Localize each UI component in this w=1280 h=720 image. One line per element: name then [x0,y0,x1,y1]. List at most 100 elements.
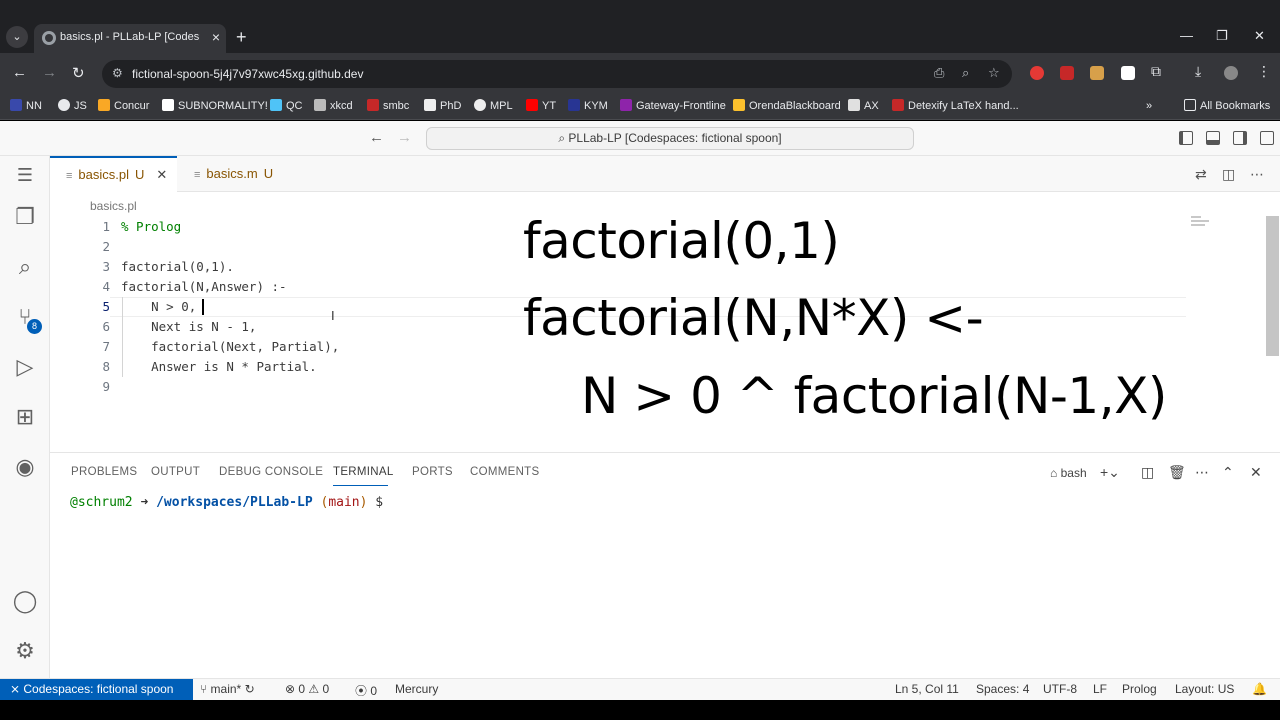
forward-icon[interactable]: → [42,64,57,81]
more-actions-icon[interactable]: ⋯ [1250,166,1264,183]
reload-icon[interactable]: ↻ [72,64,85,82]
language-mode[interactable]: Prolog [1122,682,1157,696]
panel-tab-problems[interactable]: PROBLEMS [71,466,137,478]
browser-tab[interactable]: basics.pl - PLLab-LP [Codespaces: fictio… [34,24,226,53]
extension-status[interactable]: Mercury [395,682,438,696]
tab-basics-pl[interactable]: ≡ basics.pl U ✕ [50,156,177,192]
tab-basics-m[interactable]: ≡ basics.m U [178,156,304,192]
extensions-puzzle-icon[interactable]: ⧉ [1151,63,1161,80]
line-ending[interactable]: LF [1093,682,1107,696]
code-line[interactable]: Next is N - 1, [121,319,256,334]
extensions-icon[interactable]: ⊞ [12,404,38,430]
bookmark-xkcd[interactable]: xkcd [314,97,353,115]
indentation[interactable]: Spaces: 4 [976,682,1029,696]
bookmark-subnormality[interactable]: SUBNORMALITY! [162,97,268,115]
panel-tab-terminal[interactable]: TERMINAL [333,466,394,478]
extension-tool-icon[interactable] [1090,66,1104,80]
notifications-bell-icon[interactable]: 🔔 [1252,682,1267,696]
bookmark-phd[interactable]: PhD [424,97,461,115]
panel-tab-debug-console[interactable]: DEBUG CONSOLE [219,466,323,478]
editor-scrollbar[interactable] [1266,216,1279,356]
split-terminal-icon[interactable]: ◫ [1141,464,1154,481]
menu-icon[interactable]: ☰ [12,162,38,188]
bookmark-js[interactable]: JS [58,97,87,115]
branch-status[interactable]: ⑂ main* ↻ [200,682,255,696]
source-control-badge: 8 [27,319,42,334]
bookmark-orenda[interactable]: OrendaBlackboard [733,97,841,115]
toggle-secondary-sidebar-icon[interactable] [1233,131,1247,145]
close-tab-icon[interactable]: × [212,29,220,45]
bookmark-concur[interactable]: Concur [98,97,149,115]
zoom-icon[interactable]: ⌕ [962,65,969,81]
code-line[interactable]: Answer is N * Partial. [121,359,317,374]
extension-red-icon[interactable] [1030,66,1044,80]
code-line[interactable]: factorial(Next, Partial), [121,339,339,354]
download-icon[interactable]: ⤓ [1195,63,1201,80]
bookmark-ax[interactable]: AX [848,97,879,115]
bookmark-mpl[interactable]: MPL [474,97,513,115]
customize-layout-icon[interactable] [1260,131,1274,145]
more-actions-icon[interactable]: ⋯ [1195,464,1209,481]
site-info-icon[interactable]: ⚙ [112,66,123,80]
explorer-icon[interactable]: ❐ [12,204,38,230]
github-icon[interactable]: ◉ [12,454,38,480]
all-bookmarks[interactable]: All Bookmarks [1184,97,1270,115]
maximize-panel-icon[interactable]: ⌃ [1222,464,1234,481]
install-app-icon[interactable]: ⎙ [934,65,944,81]
ports-status[interactable]: ⦿ 0 [355,682,377,699]
address-bar[interactable]: ⚙ fictional-spoon-5j4j7v97xwc45xg.github… [102,60,1012,88]
panel-tab-comments[interactable]: COMMENTS [470,466,539,478]
breadcrumb[interactable]: basics.pl [90,199,137,213]
bookmark-yt[interactable]: YT [526,97,556,115]
bookmark-detexify[interactable]: Detexify LaTeX hand... [892,97,1019,115]
extension-book-icon[interactable] [1060,66,1074,80]
search-icon[interactable]: ⌕ [12,254,38,280]
code-line[interactable]: factorial(0,1). [121,259,234,274]
encoding[interactable]: UTF-8 [1043,682,1077,696]
folder-icon [1184,99,1196,111]
tab-search-icon[interactable]: ⌄ [6,26,28,48]
compare-changes-icon[interactable]: ⇄ [1195,166,1207,183]
minimap[interactable] [1191,216,1213,228]
browser-menu-icon[interactable]: ⋮ [1257,63,1271,80]
cursor-position[interactable]: Ln 5, Col 11 [895,682,959,696]
nav-back-icon[interactable]: ← [369,129,384,146]
bookmark-gateway[interactable]: Gateway-Frontline [620,97,726,115]
close-panel-icon[interactable]: ✕ [1250,464,1262,481]
panel-tab-ports[interactable]: PORTS [412,466,453,478]
account-icon[interactable]: ◯ [12,588,38,614]
bookmark-qc[interactable]: QC [270,97,303,115]
terminal-prompt[interactable]: @schrum2 ➜ /workspaces/PLLab-LP (main) $ [70,495,383,510]
toggle-sidebar-icon[interactable] [1179,131,1193,145]
trash-icon[interactable]: 🗑 [1168,464,1186,481]
panel-tab-output[interactable]: OUTPUT [151,466,200,478]
code-line[interactable]: % Prolog [121,219,181,234]
problems-status[interactable]: ⊗ 0 ⚠ 0 [285,682,329,696]
terminal-profile[interactable]: ⌂ bash [1050,466,1087,480]
bookmark-kym[interactable]: KYM [568,97,608,115]
close-icon[interactable]: ✕ [156,167,167,182]
toggle-panel-icon[interactable] [1206,131,1220,145]
new-terminal-icon[interactable]: +⌄ [1100,464,1120,481]
run-debug-icon[interactable]: ▷ [12,354,38,380]
bookmarks-overflow-icon[interactable]: » [1146,97,1152,115]
back-icon[interactable]: ← [12,64,27,81]
keyboard-layout[interactable]: Layout: US [1175,682,1234,696]
code-line[interactable]: N > 0, [121,299,196,314]
close-window-icon[interactable]: ✕ [1254,28,1265,44]
restore-icon[interactable]: ❐ [1216,28,1228,44]
new-tab-icon[interactable]: + [236,27,247,48]
split-editor-icon[interactable]: ◫ [1222,166,1235,183]
bookmark-nn[interactable]: NN [10,97,42,115]
code-line[interactable]: factorial(N,Answer) :- [121,279,287,294]
bookmark-smbc[interactable]: smbc [367,97,409,115]
nav-forward-icon[interactable]: → [397,129,412,146]
gateway-icon [620,99,632,111]
extension-lock-icon[interactable] [1121,66,1135,80]
profile-avatar[interactable] [1224,66,1238,80]
settings-gear-icon[interactable]: ⚙ [12,638,38,664]
bookmark-star-icon[interactable]: ☆ [988,65,1000,81]
remote-indicator[interactable]: ⨯ Codespaces: fictional spoon [0,679,193,700]
minimize-icon[interactable]: — [1180,28,1193,43]
command-center[interactable]: ⌕ PLLab-LP [Codespaces: fictional spoon] [426,127,914,150]
